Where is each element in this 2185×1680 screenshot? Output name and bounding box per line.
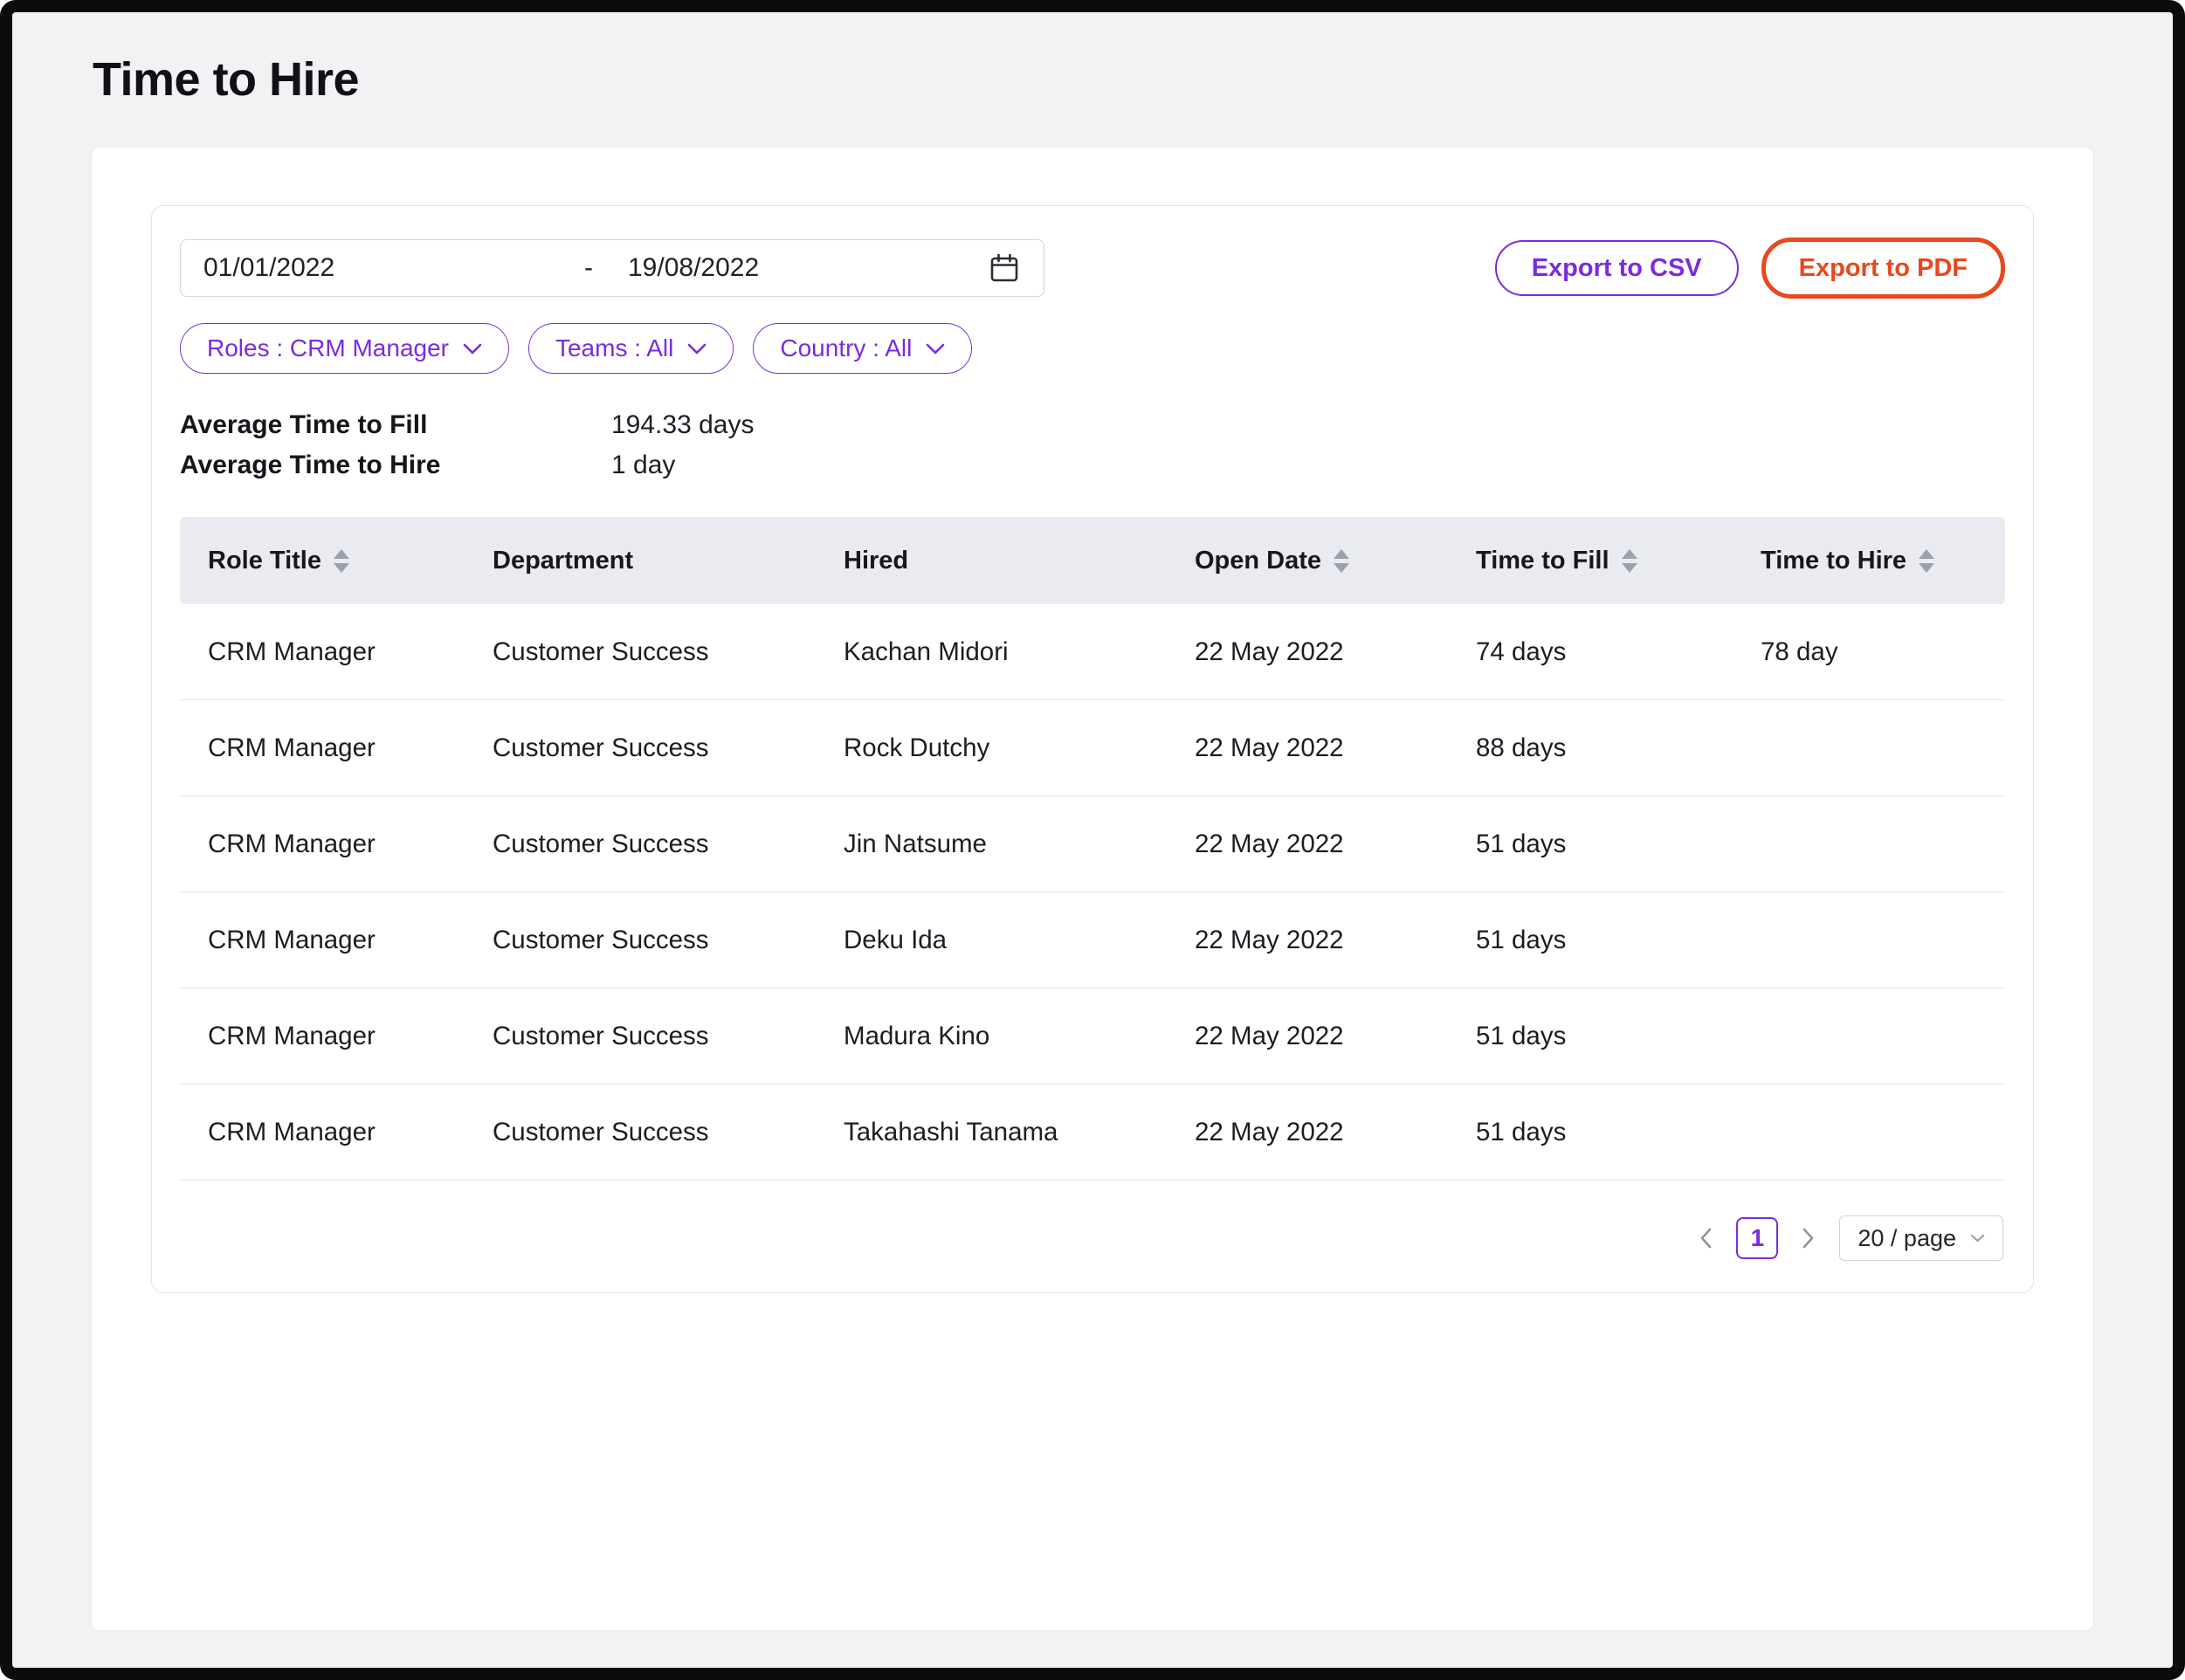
page-title: Time to Hire [93, 52, 2173, 107]
table-cell: CRM Manager [208, 733, 493, 763]
table-row: CRM ManagerCustomer SuccessRock Dutchy22… [180, 700, 2005, 796]
filter-roles-label: Roles : CRM Manager [207, 334, 449, 362]
column-header-time-to-hire[interactable]: Time to Hire [1761, 547, 1977, 575]
table-cell: Madura Kino [844, 1022, 1195, 1051]
table-cell: 22 May 2022 [1195, 926, 1476, 955]
table-cell: CRM Manager [208, 1118, 493, 1147]
table-cell: Customer Success [493, 733, 844, 763]
column-label: Hired [844, 547, 908, 575]
column-header-department: Department [493, 547, 844, 575]
sort-icon [1919, 549, 1934, 573]
page-number-button[interactable]: 1 [1736, 1217, 1778, 1259]
pagination: 1 20 / page [180, 1215, 2005, 1261]
table-cell: CRM Manager [208, 830, 493, 859]
filter-teams[interactable]: Teams : All [528, 323, 734, 374]
column-header-hired: Hired [844, 547, 1195, 575]
table-cell: 74 days [1476, 637, 1761, 667]
table-cell: 22 May 2022 [1195, 830, 1476, 859]
column-label: Time to Fill [1476, 547, 1609, 575]
previous-page-button[interactable] [1692, 1218, 1719, 1258]
filter-teams-label: Teams : All [555, 334, 673, 362]
export-pdf-button[interactable]: Export to PDF [1761, 238, 2005, 299]
column-label: Open Date [1195, 547, 1321, 575]
sort-icon [334, 549, 349, 573]
table-row: CRM ManagerCustomer SuccessKachan Midori… [180, 604, 2005, 700]
table-row: CRM ManagerCustomer SuccessJin Natsume22… [180, 796, 2005, 892]
table-cell: Customer Success [493, 1118, 844, 1147]
summary-stats: Average Time to Fill 194.33 days Average… [180, 405, 2005, 485]
table-cell: Customer Success [493, 1022, 844, 1051]
table-cell: 22 May 2022 [1195, 733, 1476, 763]
stat-value: 194.33 days [611, 405, 2005, 445]
table-cell: 51 days [1476, 1022, 1761, 1051]
next-page-button[interactable] [1796, 1218, 1822, 1258]
calendar-icon[interactable] [988, 251, 1021, 285]
table-cell: CRM Manager [208, 926, 493, 955]
table-header: Role Title Department Hired Open Date [180, 517, 2005, 604]
stat-label: Average Time to Fill [180, 405, 611, 445]
column-label: Department [493, 547, 633, 575]
table-cell: 51 days [1476, 1118, 1761, 1147]
report-panel: 01/01/2022 - 19/08/2022 Export to CSV [151, 205, 2034, 1293]
table-cell: 22 May 2022 [1195, 1022, 1476, 1051]
sort-icon [1622, 549, 1637, 573]
filter-roles[interactable]: Roles : CRM Manager [180, 323, 509, 374]
date-range-start: 01/01/2022 [203, 253, 584, 283]
page-size-select[interactable]: 20 / page [1839, 1215, 2003, 1261]
table-cell: Customer Success [493, 637, 844, 667]
table-cell: Deku Ida [844, 926, 1195, 955]
table-cell: Rock Dutchy [844, 733, 1195, 763]
toolbar: 01/01/2022 - 19/08/2022 Export to CSV [180, 238, 2005, 299]
table-cell: 88 days [1476, 733, 1761, 763]
sort-icon [1334, 549, 1349, 573]
table-row: CRM ManagerCustomer SuccessMadura Kino22… [180, 988, 2005, 1084]
table-cell: Customer Success [493, 926, 844, 955]
date-range-input[interactable]: 01/01/2022 - 19/08/2022 [180, 239, 1044, 297]
table-cell: 51 days [1476, 926, 1761, 955]
table-row: CRM ManagerCustomer SuccessDeku Ida22 Ma… [180, 892, 2005, 988]
table-cell: Kachan Midori [844, 637, 1195, 667]
column-label: Role Title [208, 547, 321, 575]
page-size-label: 20 / page [1858, 1225, 1956, 1252]
stat-average-time-to-fill: Average Time to Fill 194.33 days [180, 405, 2005, 445]
table-cell: 22 May 2022 [1195, 637, 1476, 667]
stat-average-time-to-hire: Average Time to Hire 1 day [180, 445, 2005, 485]
filters: Roles : CRM Manager Teams : All Country … [180, 323, 2005, 374]
chevron-down-icon [926, 343, 945, 355]
column-header-time-to-fill[interactable]: Time to Fill [1476, 547, 1761, 575]
table-cell: Customer Success [493, 830, 844, 859]
export-csv-button[interactable]: Export to CSV [1495, 240, 1739, 296]
app-window: Time to Hire 01/01/2022 - 19/08/2022 [0, 0, 2185, 1680]
date-range-separator: - [584, 253, 593, 283]
table-cell: 78 day [1761, 637, 1977, 667]
stat-value: 1 day [611, 445, 2005, 485]
filter-country-label: Country : All [780, 334, 912, 362]
table-body: CRM ManagerCustomer SuccessKachan Midori… [180, 604, 2005, 1181]
column-header-role-title[interactable]: Role Title [208, 547, 493, 575]
table-cell: 22 May 2022 [1195, 1118, 1476, 1147]
table-cell: 51 days [1476, 830, 1761, 859]
table-cell: CRM Manager [208, 637, 493, 667]
column-header-open-date[interactable]: Open Date [1195, 547, 1476, 575]
table-cell: CRM Manager [208, 1022, 493, 1051]
chevron-down-icon [1970, 1234, 1985, 1243]
date-range-end: 19/08/2022 [628, 253, 759, 283]
report-card: 01/01/2022 - 19/08/2022 Export to CSV [91, 147, 2094, 1631]
table-cell: Takahashi Tanama [844, 1118, 1195, 1147]
column-label: Time to Hire [1761, 547, 1906, 575]
table-row: CRM ManagerCustomer SuccessTakahashi Tan… [180, 1084, 2005, 1181]
chevron-down-icon [463, 343, 482, 355]
filter-country[interactable]: Country : All [753, 323, 972, 374]
chevron-down-icon [687, 343, 707, 355]
table-cell: Jin Natsume [844, 830, 1195, 859]
stat-label: Average Time to Hire [180, 445, 611, 485]
results-table: Role Title Department Hired Open Date [180, 517, 2005, 1181]
